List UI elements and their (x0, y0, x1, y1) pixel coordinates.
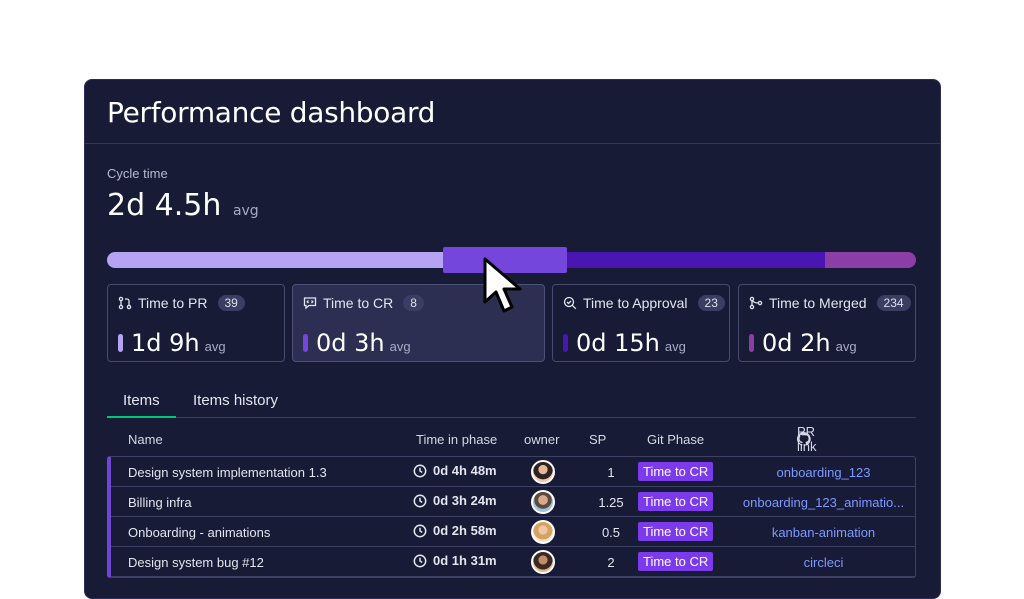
card-color-indicator (563, 334, 568, 352)
table-row[interactable]: Billing infra 0d 3h 24m 1.25 Time to CR … (111, 487, 915, 517)
cycle-time-avg: avg (232, 203, 259, 219)
card-label: Time to PR (138, 295, 208, 311)
card-count-badge: 39 (217, 295, 245, 311)
card-color-indicator (303, 334, 308, 352)
card-avg: avg (835, 339, 857, 354)
card-avg: avg (389, 339, 411, 354)
clock-icon (413, 494, 427, 507)
owner-avatar[interactable] (531, 550, 555, 574)
table-row[interactable]: Onboarding - animations 0d 2h 58m 0.5 Ti… (111, 517, 915, 547)
column-time-in-phase[interactable]: Time in phase (416, 432, 497, 447)
cycle-bar-time-to-approval[interactable] (555, 252, 865, 268)
performance-dashboard-panel: Performance dashboard Cycle time 2d 4.5h… (84, 79, 941, 599)
pull-request-icon (118, 296, 132, 310)
table-row[interactable]: Design system bug #12 0d 1h 31m 2 Time t… (111, 547, 915, 577)
approval-search-icon (563, 296, 577, 310)
cycle-time-number: 2d 4.5h (107, 188, 222, 223)
card-value: 0d 2h (762, 329, 831, 357)
column-name[interactable]: Name (128, 432, 163, 447)
page-title: Performance dashboard (107, 96, 436, 129)
card-color-indicator (749, 334, 754, 352)
card-avg: avg (664, 339, 686, 354)
tab-items[interactable]: Items (107, 392, 176, 418)
story-points: 1.25 (598, 495, 624, 510)
git-phase-badge[interactable]: Time to CR (638, 522, 714, 541)
pr-link[interactable]: onboarding_123_animatio... (731, 495, 916, 510)
column-sp[interactable]: SP (589, 432, 606, 447)
story-points: 2 (607, 555, 615, 570)
card-label: Time to CR (323, 295, 394, 311)
tab-items-history[interactable]: Items history (193, 392, 278, 418)
card-avg: avg (204, 339, 226, 354)
merge-icon (749, 296, 763, 310)
table-header: Name Time in phase owner SP Git Phase PR… (107, 424, 916, 454)
card-color-indicator (118, 334, 123, 352)
code-review-icon (303, 297, 317, 310)
table-row[interactable]: Design system implementation 1.3 0d 4h 4… (111, 457, 915, 487)
item-name[interactable]: Onboarding - animations (128, 525, 270, 540)
cycle-bar-time-to-merged[interactable] (825, 252, 916, 268)
cycle-time-value: 2d 4.5h avg (107, 188, 259, 223)
divider (85, 143, 940, 144)
column-pr-link[interactable]: PR link (797, 424, 817, 454)
pr-link[interactable]: kanban-animation (731, 525, 916, 540)
card-value: 1d 9h (131, 329, 200, 357)
owner-avatar[interactable] (531, 520, 555, 544)
mouse-pointer-icon (483, 257, 522, 313)
card-count-badge: 8 (403, 295, 424, 311)
git-phase-badge[interactable]: Time to CR (638, 552, 714, 571)
time-in-phase: 0d 2h 58m (413, 523, 497, 538)
clock-icon (413, 554, 427, 567)
card-time-to-approval[interactable]: Time to Approval 23 0d 15h avg (552, 284, 730, 362)
cycle-bar-time-to-pr[interactable] (107, 252, 477, 268)
card-count-badge: 234 (876, 295, 911, 311)
cycle-time-label: Cycle time (107, 166, 168, 181)
time-in-phase: 0d 1h 31m (413, 553, 497, 568)
card-label: Time to Merged (769, 295, 867, 311)
pr-link[interactable]: onboarding_123 (731, 465, 916, 480)
owner-avatar[interactable] (531, 460, 555, 484)
story-points: 0.5 (601, 525, 621, 540)
clock-icon (413, 524, 427, 537)
item-name[interactable]: Design system implementation 1.3 (128, 465, 327, 480)
card-label: Time to Approval (583, 295, 688, 311)
view-tabs: Items Items history (107, 390, 916, 418)
clock-icon (413, 464, 427, 477)
column-pr-link-label: PR link (797, 424, 817, 454)
owner-avatar[interactable] (531, 490, 555, 514)
card-time-to-merged[interactable]: Time to Merged 234 0d 2h avg (738, 284, 916, 362)
column-git-phase[interactable]: Git Phase (647, 432, 704, 447)
card-value: 0d 3h (316, 329, 385, 357)
git-phase-badge[interactable]: Time to CR (638, 462, 714, 481)
pr-link[interactable]: circleci (731, 555, 916, 570)
story-points: 1 (607, 465, 615, 480)
item-name[interactable]: Billing infra (128, 495, 192, 510)
card-count-badge: 23 (697, 295, 725, 311)
git-phase-badge[interactable]: Time to CR (638, 492, 714, 511)
card-time-to-pr[interactable]: Time to PR 39 1d 9h avg (107, 284, 285, 362)
card-value: 0d 15h (576, 329, 660, 357)
items-table: Design system implementation 1.3 0d 4h 4… (107, 456, 916, 578)
item-name[interactable]: Design system bug #12 (128, 555, 264, 570)
time-in-phase: 0d 3h 24m (413, 493, 497, 508)
column-owner[interactable]: owner (524, 432, 559, 447)
time-in-phase: 0d 4h 48m (413, 463, 497, 478)
